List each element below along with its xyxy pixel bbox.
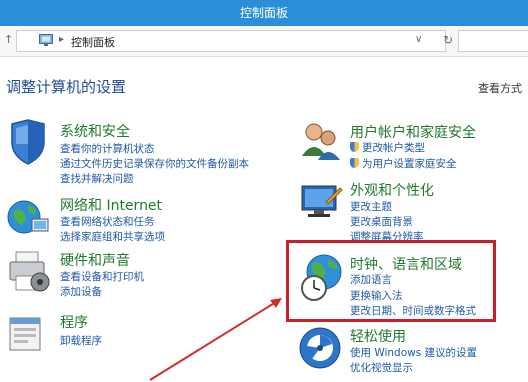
annotation-arrow	[149, 298, 282, 381]
arrowhead-icon	[270, 298, 282, 308]
